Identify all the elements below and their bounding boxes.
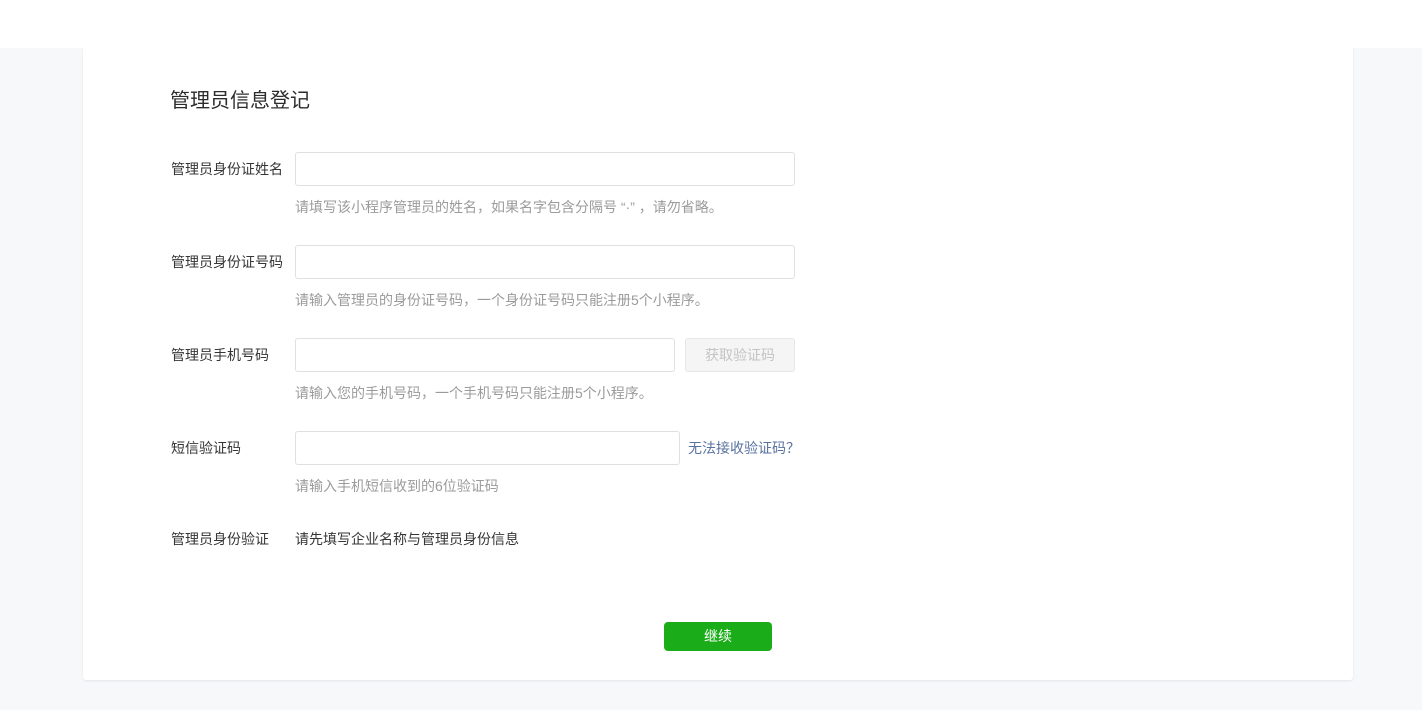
cannot-receive-code-link[interactable]: 无法接收验证码？	[688, 431, 800, 465]
form-row-admin-id-name: 管理员身份证姓名 请填写该小程序管理员的姓名，如果名字包含分隔号 “·” ，请勿…	[171, 152, 1353, 217]
form-row-admin-mobile: 管理员手机号码 获取验证码 请输入您的手机号码，一个手机号码只能注册5个小程序。	[171, 338, 1353, 403]
admin-id-name-control: 请填写该小程序管理员的姓名，如果名字包含分隔号 “·” ，请勿省略。	[295, 152, 795, 217]
sms-code-control: 无法接收验证码？ 请输入手机短信收到的6位验证码	[295, 431, 800, 496]
identity-verify-value: 请先填写企业名称与管理员身份信息	[295, 524, 519, 548]
sms-code-label: 短信验证码	[171, 431, 295, 457]
admin-id-number-input[interactable]	[295, 245, 795, 279]
admin-id-name-label: 管理员身份证姓名	[171, 152, 295, 178]
get-code-button[interactable]: 获取验证码	[685, 338, 795, 372]
admin-id-name-input[interactable]	[295, 152, 795, 186]
form-row-sms-code: 短信验证码 无法接收验证码？ 请输入手机短信收到的6位验证码	[171, 431, 1353, 496]
top-header-bar	[0, 0, 1422, 48]
form-row-admin-id-number: 管理员身份证号码 请输入管理员的身份证号码，一个身份证号码只能注册5个小程序。	[171, 245, 1353, 310]
admin-mobile-helper: 请输入您的手机号码，一个手机号码只能注册5个小程序。	[295, 383, 795, 403]
admin-id-name-helper: 请填写该小程序管理员的姓名，如果名字包含分隔号 “·” ，请勿省略。	[295, 197, 795, 217]
form-row-identity-verify: 管理员身份验证 请先填写企业名称与管理员身份信息	[171, 524, 1353, 548]
admin-id-number-helper: 请输入管理员的身份证号码，一个身份证号码只能注册5个小程序。	[295, 290, 795, 310]
page-title: 管理员信息登记	[170, 91, 1353, 112]
submit-row: 继续	[83, 622, 1353, 651]
admin-mobile-label: 管理员手机号码	[171, 338, 295, 364]
admin-id-number-label: 管理员身份证号码	[171, 245, 295, 271]
identity-verify-label: 管理员身份验证	[171, 524, 295, 548]
admin-mobile-control: 获取验证码 请输入您的手机号码，一个手机号码只能注册5个小程序。	[295, 338, 795, 403]
admin-id-number-control: 请输入管理员的身份证号码，一个身份证号码只能注册5个小程序。	[295, 245, 795, 310]
admin-mobile-input[interactable]	[295, 338, 675, 372]
sms-code-input[interactable]	[295, 431, 680, 465]
continue-button[interactable]: 继续	[664, 622, 772, 651]
registration-card: 管理员信息登记 管理员身份证姓名 请填写该小程序管理员的姓名，如果名字包含分隔号…	[83, 48, 1353, 680]
sms-code-helper: 请输入手机短信收到的6位验证码	[295, 476, 800, 496]
